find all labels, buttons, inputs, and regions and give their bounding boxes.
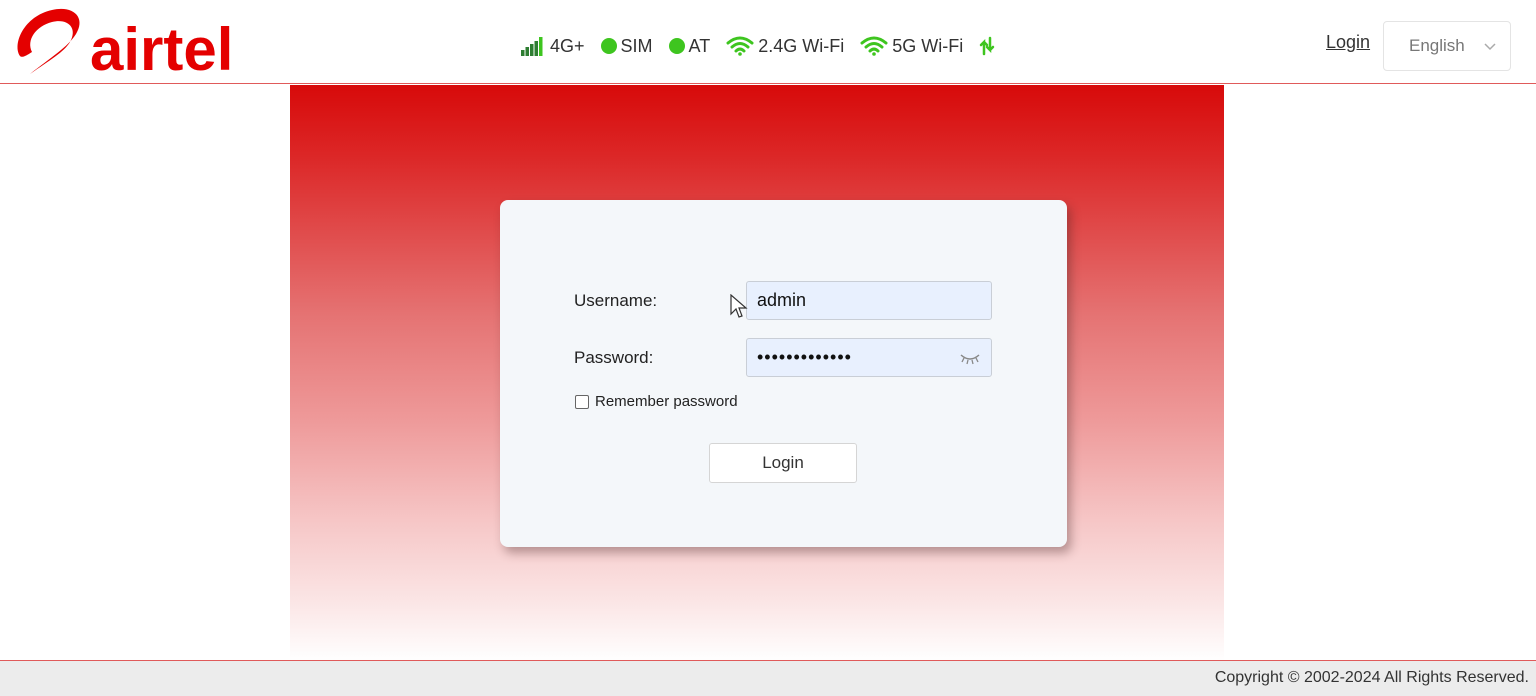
- remember-password-label: Remember password: [595, 393, 738, 410]
- username-label: Username:: [574, 291, 658, 310]
- at-status: AT: [668, 32, 711, 60]
- wifi-5-label: 5G Wi-Fi: [892, 36, 964, 56]
- network-status: 4G+: [520, 32, 585, 60]
- username-input[interactable]: admin: [746, 281, 992, 320]
- page: airtel 4G+ SIM AT 2.4G Wi-Fi 5G Wi-Fi Lo…: [0, 0, 1536, 696]
- header-login-link[interactable]: Login: [1326, 32, 1370, 53]
- login-card: Username: admin Password: ••••••••••••• …: [500, 200, 1067, 547]
- wifi-24-status: 2.4G Wi-Fi: [726, 32, 844, 60]
- wifi-icon: [726, 36, 754, 56]
- data-transfer-status: [979, 36, 995, 56]
- at-label: AT: [688, 36, 711, 56]
- copyright-text: Copyright © 2002-2024 All Rights Reserve…: [1214, 669, 1529, 686]
- password-input[interactable]: •••••••••••••: [746, 338, 992, 377]
- header: airtel 4G+ SIM AT 2.4G Wi-Fi 5G Wi-Fi Lo…: [0, 0, 1536, 84]
- password-label: Password:: [574, 348, 654, 367]
- wifi-icon: [860, 36, 888, 56]
- at-status-dot-icon: [668, 38, 685, 54]
- eye-closed-icon[interactable]: [959, 351, 981, 365]
- footer: Copyright © 2002-2024 All Rights Reserve…: [0, 660, 1536, 696]
- sim-label: SIM: [620, 36, 653, 56]
- signal-bars-icon: [521, 37, 543, 56]
- wifi-5-status: 5G Wi-Fi: [860, 32, 963, 60]
- sim-status-dot-icon: [600, 38, 617, 54]
- remember-password-checkbox[interactable]: [575, 394, 589, 409]
- chevron-down-icon: [1484, 43, 1496, 51]
- password-value: •••••••••••••: [757, 347, 852, 367]
- sim-status: SIM: [600, 32, 653, 60]
- remember-password-option[interactable]: Remember password: [575, 393, 738, 410]
- status-bar: 4G+ SIM AT 2.4G Wi-Fi 5G Wi-Fi: [520, 32, 995, 60]
- network-label: 4G+: [550, 36, 585, 56]
- data-transfer-arrows-icon: [979, 36, 995, 56]
- language-selected-value: English: [1409, 36, 1465, 55]
- language-select[interactable]: English: [1383, 21, 1511, 71]
- wifi-24-label: 2.4G Wi-Fi: [758, 36, 845, 56]
- mouse-cursor-icon: [730, 294, 748, 318]
- username-value: admin: [757, 290, 807, 310]
- airtel-logo: airtel: [6, 4, 246, 80]
- login-button[interactable]: Login: [709, 443, 857, 483]
- svg-text:airtel: airtel: [90, 16, 233, 80]
- airtel-swoosh-icon: [17, 8, 80, 74]
